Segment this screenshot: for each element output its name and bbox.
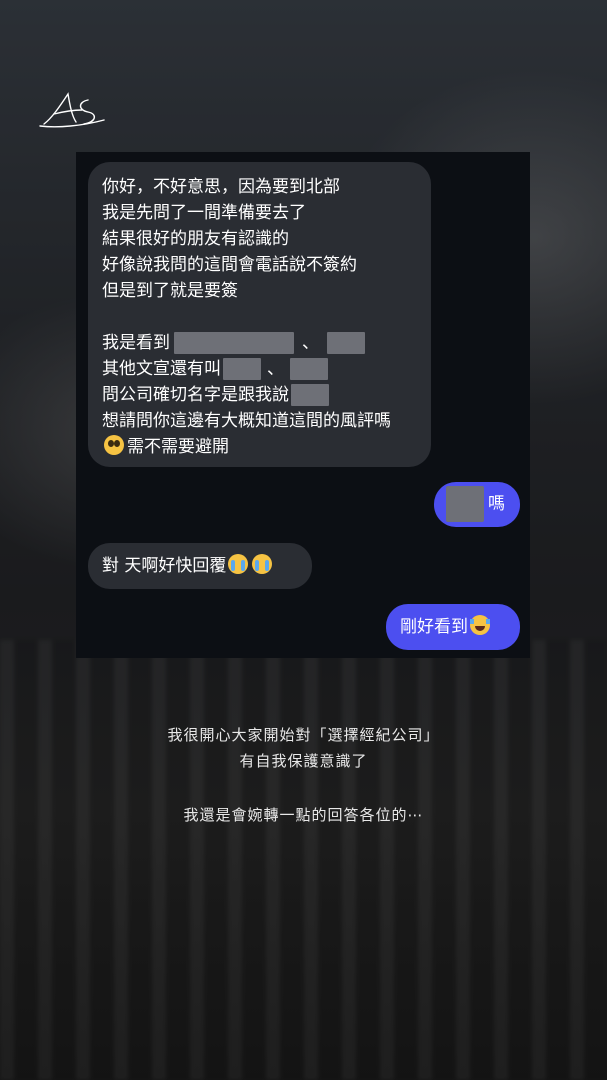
message-text: 、 <box>302 333 319 353</box>
message-text: 嗎 <box>488 494 505 514</box>
incoming-message-bubble: 你好，不好意思，因為要到北部 我是先問了一間準備要去了 結果很好的朋友有認識的 … <box>88 162 431 467</box>
redacted-block <box>327 332 365 354</box>
redacted-block <box>174 332 294 354</box>
message-line: 但是到了就是要簽 <box>102 281 238 301</box>
caption-line: 我還是會婉轉一點的回答各位的⋯ <box>183 806 424 824</box>
message-line: 好像說我問的這間會電話說不簽約 <box>102 255 357 275</box>
chat-screenshot: 你好，不好意思，因為要到北部 我是先問了一間準備要去了 結果很好的朋友有認識的 … <box>76 152 530 658</box>
incoming-message-bubble: 對 天啊好快回覆 <box>88 543 312 589</box>
tears-of-joy-icon <box>470 615 490 635</box>
loudly-crying-face-icon <box>252 554 273 574</box>
message-line: 想請問你這邊有大概知道這間的風評嗎 <box>102 411 391 431</box>
redacted-block <box>290 358 328 380</box>
redacted-block <box>446 486 484 522</box>
message-text: 對 天啊好快回覆 <box>102 556 227 576</box>
message-line: 我是先問了一間準備要去了 <box>102 203 306 223</box>
loudly-crying-face-icon <box>228 554 249 574</box>
pleading-face-icon <box>104 435 124 455</box>
caption-line: 有自我保護意識了 <box>239 752 368 770</box>
signature-logo <box>38 88 108 132</box>
caption-line: 我很開心大家開始對「選擇經紀公司」 <box>167 726 440 744</box>
message-line: 你好，不好意思，因為要到北部 <box>102 177 340 197</box>
message-text: 需不需要避開 <box>127 437 229 457</box>
message-text: 剛好看到 <box>400 617 468 637</box>
message-line: 需不需要避開 <box>102 434 431 460</box>
message-text: 我是看到 <box>102 333 170 353</box>
message-line: 結果很好的朋友有認識的 <box>102 229 289 249</box>
outgoing-message-bubble: 嗎 <box>434 482 520 527</box>
message-text: 、 <box>267 359 284 379</box>
message-line: 我是看到 、 <box>102 330 431 356</box>
message-line: 問公司確切名字是跟我說 <box>102 382 431 408</box>
message-text: 問公司確切名字是跟我說 <box>102 385 289 405</box>
redacted-block <box>223 358 261 380</box>
message-line: 其他文宣還有叫 、 <box>102 356 431 382</box>
message-text: 其他文宣還有叫 <box>102 359 221 379</box>
redacted-block <box>291 384 329 406</box>
outgoing-message-bubble: 剛好看到 <box>386 604 520 650</box>
